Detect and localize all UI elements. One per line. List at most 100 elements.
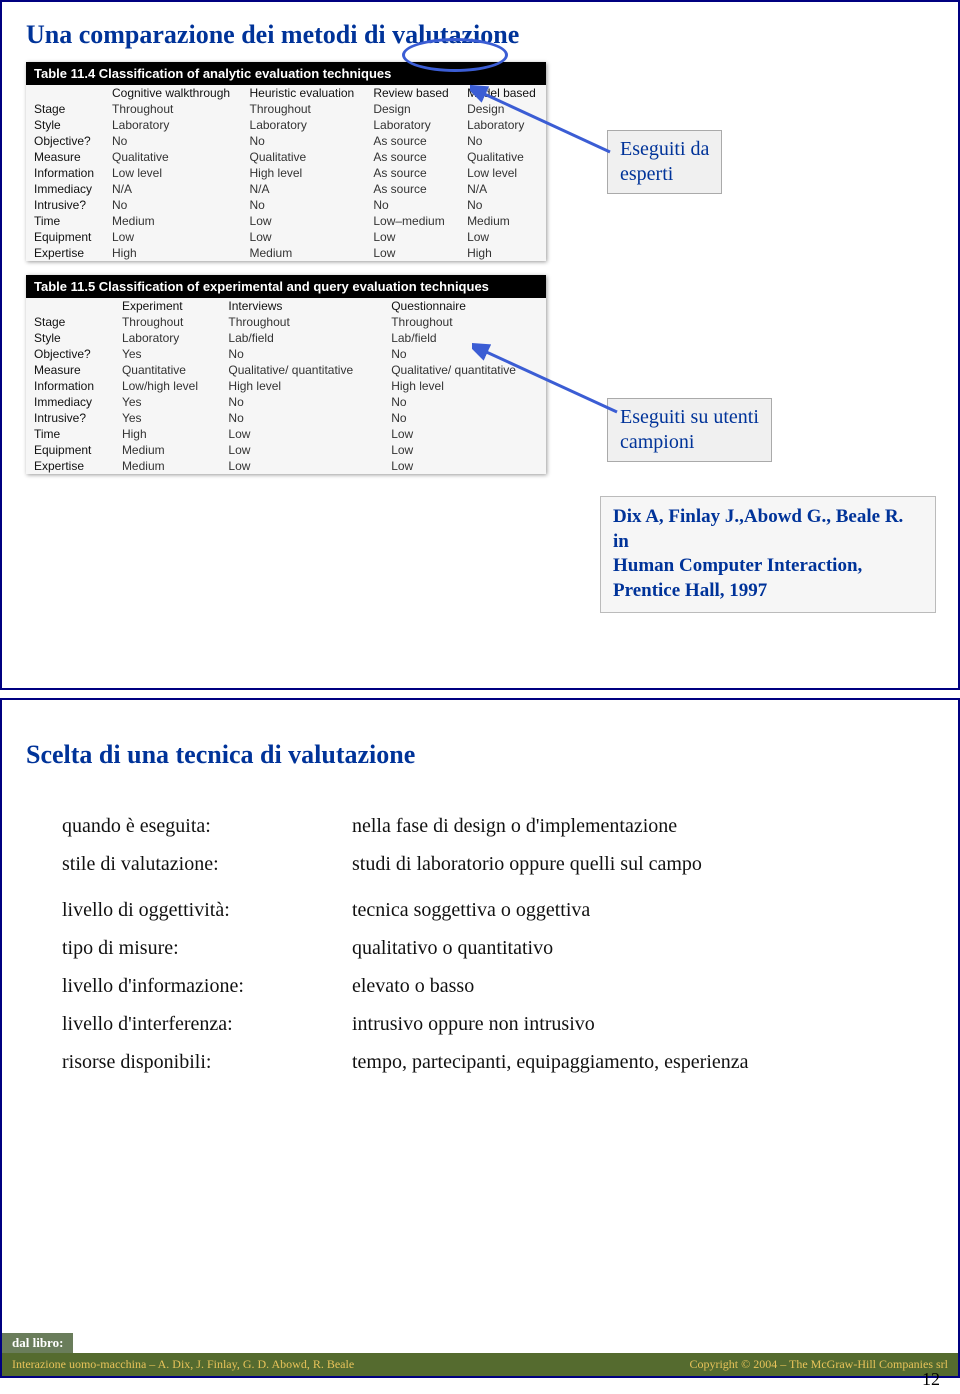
criteria-label: tipo di misure: — [62, 932, 352, 964]
criteria-label: stile di valutazione: — [62, 848, 352, 880]
table-cell: Stage — [26, 314, 114, 330]
table-cell: Equipment — [26, 442, 114, 458]
table-cell: Design — [365, 101, 459, 117]
t115-h1: Experiment — [114, 298, 220, 314]
table-cell: Low — [220, 426, 383, 442]
table-cell: Low level — [459, 165, 546, 181]
table-cell: Low–medium — [365, 213, 459, 229]
table-cell: High level — [383, 378, 546, 394]
table-cell: Medium — [104, 213, 242, 229]
table-cell: High — [459, 245, 546, 261]
table-cell: Expertise — [26, 245, 104, 261]
table-cell: Low — [383, 426, 546, 442]
table-cell: Medium — [459, 213, 546, 229]
table-cell: No — [220, 394, 383, 410]
table-cell: Measure — [26, 149, 104, 165]
criteria-row: risorse disponibili:tempo, partecipanti,… — [62, 1046, 918, 1078]
table-11-4: Table 11.4 Classification of analytic ev… — [26, 62, 546, 261]
table-cell: Throughout — [383, 314, 546, 330]
criteria-label: risorse disponibili: — [62, 1046, 352, 1078]
table-cell: As source — [365, 165, 459, 181]
table-cell: Throughout — [114, 314, 220, 330]
table-cell: Low — [383, 442, 546, 458]
table-cell: Low — [220, 458, 383, 474]
table-cell: Low — [365, 229, 459, 245]
criteria-value: qualitativo o quantitativo — [352, 932, 918, 964]
table-cell: No — [220, 410, 383, 426]
table-cell: High level — [242, 165, 366, 181]
criteria-value: studi di laboratorio oppure quelli sul c… — [352, 848, 918, 880]
table-cell: Immediacy — [26, 394, 114, 410]
criteria-row: livello d'informazione:elevato o basso — [62, 970, 918, 1002]
table114-body: Cognitive walkthrough Heuristic evaluati… — [26, 85, 546, 261]
criteria-row: livello d'interferenza:intrusivo oppure … — [62, 1008, 918, 1040]
table115-caption: Table 11.5 Classification of experimenta… — [26, 275, 546, 298]
table-cell: Yes — [114, 410, 220, 426]
table-cell: Qualitative — [242, 149, 366, 165]
slide-2: Scelta di una tecnica di valutazione qua… — [0, 698, 960, 1378]
criteria-list: quando è eseguita:nella fase di design o… — [62, 810, 918, 1078]
table-cell: Style — [26, 330, 114, 346]
table-cell: N/A — [104, 181, 242, 197]
table-cell: No — [104, 133, 242, 149]
table-cell: Objective? — [26, 133, 104, 149]
table-cell: Low/high level — [114, 378, 220, 394]
slide-1: Una comparazione dei metodi di valutazio… — [0, 0, 960, 690]
footer-citation: Interazione uomo-macchina – A. Dix, J. F… — [12, 1357, 354, 1372]
table-cell: Laboratory — [365, 117, 459, 133]
footer-tag: dal libro: — [2, 1333, 73, 1353]
criteria-value: nella fase di design o d'implementazione — [352, 810, 918, 842]
table-cell: Stage — [26, 101, 104, 117]
criteria-label: quando è eseguita: — [62, 810, 352, 842]
table-cell: No — [365, 197, 459, 213]
table-cell: Low — [365, 245, 459, 261]
table-cell: Immediacy — [26, 181, 104, 197]
table-cell: Low — [242, 213, 366, 229]
table-cell: No — [242, 197, 366, 213]
slide2-title: Scelta di una tecnica di valutazione — [2, 700, 958, 780]
table-cell: No — [104, 197, 242, 213]
table-cell: High — [114, 426, 220, 442]
table-cell: Equipment — [26, 229, 104, 245]
table-cell: Measure — [26, 362, 114, 378]
table-cell: No — [459, 197, 546, 213]
table-cell: Throughout — [220, 314, 383, 330]
table-cell: Laboratory — [104, 117, 242, 133]
table-cell: As source — [365, 149, 459, 165]
criteria-row: livello di oggettività:tecnica soggettiv… — [62, 894, 918, 926]
table-cell: No — [459, 133, 546, 149]
table-cell: No — [383, 346, 546, 362]
callout-users: Eseguiti su utenticampioni — [607, 398, 772, 462]
table-cell: N/A — [242, 181, 366, 197]
table-cell: Time — [26, 426, 114, 442]
criteria-row: stile di valutazione:studi di laboratori… — [62, 848, 918, 880]
table-cell: Throughout — [242, 101, 366, 117]
table-cell: Medium — [242, 245, 366, 261]
table115-body: Experiment Interviews Questionnaire Stag… — [26, 298, 546, 474]
table-cell: Throughout — [104, 101, 242, 117]
t114-h2: Heuristic evaluation — [242, 85, 366, 101]
table-cell: Low — [383, 458, 546, 474]
table-cell: Time — [26, 213, 104, 229]
table-cell: Intrusive? — [26, 197, 104, 213]
t115-h3: Questionnaire — [383, 298, 546, 314]
page-number: 12 — [922, 1369, 940, 1390]
table-cell: Medium — [114, 442, 220, 458]
criteria-value: tempo, partecipanti, equipaggiamento, es… — [352, 1046, 918, 1078]
table-cell: Design — [459, 101, 546, 117]
table-cell: Lab/field — [383, 330, 546, 346]
t114-h4: Model based — [459, 85, 546, 101]
table-cell: Qualitative — [104, 149, 242, 165]
table-cell: Qualitative/ quantitative — [220, 362, 383, 378]
table-cell: Information — [26, 165, 104, 181]
table-cell: Yes — [114, 394, 220, 410]
criteria-value: elevato o basso — [352, 970, 918, 1002]
table-11-5: Table 11.5 Classification of experimenta… — [26, 275, 546, 474]
table-cell: Lab/field — [220, 330, 383, 346]
criteria-value: intrusivo oppure non intrusivo — [352, 1008, 918, 1040]
table-cell: No — [383, 394, 546, 410]
criteria-row: tipo di misure:qualitativo o quantitativ… — [62, 932, 918, 964]
t115-h2: Interviews — [220, 298, 383, 314]
table-cell: As source — [365, 133, 459, 149]
table-cell: Qualitative/ quantitative — [383, 362, 546, 378]
